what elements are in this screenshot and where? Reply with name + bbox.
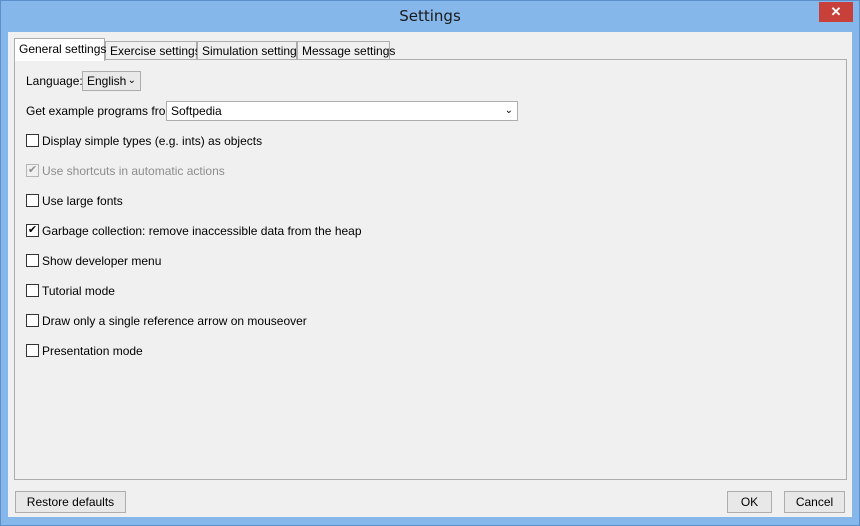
tab-label: General settings <box>19 42 107 56</box>
button-label: Restore defaults <box>26 495 115 509</box>
option-show-developer-menu[interactable]: Show developer menu <box>26 251 726 271</box>
restore-defaults-button[interactable]: Restore defaults <box>15 491 126 513</box>
checkbox[interactable] <box>26 194 39 207</box>
option-label: Use large fonts <box>42 194 123 208</box>
tab-label: Exercise settings <box>110 44 201 58</box>
option-single-reference-arrow[interactable]: Draw only a single reference arrow on mo… <box>26 311 726 331</box>
programs-label: Get example programs from: <box>26 104 179 118</box>
option-tutorial-mode[interactable]: Tutorial mode <box>26 281 726 301</box>
option-presentation-mode[interactable]: Presentation mode <box>26 341 726 361</box>
tab-general-settings[interactable]: General settings <box>14 38 107 61</box>
tab-label: Simulation settings <box>202 44 303 58</box>
language-value: English <box>87 74 127 88</box>
option-label: Presentation mode <box>42 344 143 358</box>
programs-row: Get example programs from: <box>26 101 179 121</box>
checkbox-checked[interactable]: ✔ <box>26 164 39 177</box>
dialog-client: General settings Exercise settings Simul… <box>8 32 852 517</box>
checkbox[interactable] <box>26 284 39 297</box>
window-title: Settings <box>399 7 461 25</box>
tab-simulation-settings[interactable]: Simulation settings <box>197 41 303 60</box>
option-label: Display simple types (e.g. ints) as obje… <box>42 134 263 148</box>
option-label: Use shortcuts in automatic actions <box>42 164 225 178</box>
option-label: Draw only a single reference arrow on mo… <box>42 314 307 328</box>
checkbox[interactable] <box>26 314 39 327</box>
programs-source-value: Softpedia <box>171 104 222 118</box>
check-icon: ✔ <box>27 164 38 176</box>
button-label: Cancel <box>795 495 834 509</box>
tab-message-settings[interactable]: Message settings <box>297 41 395 60</box>
cancel-button[interactable]: Cancel <box>784 491 845 513</box>
tab-label: Message settings <box>302 44 396 58</box>
tab-exercise-settings[interactable]: Exercise settings <box>105 41 201 60</box>
language-label: Language: <box>26 74 83 88</box>
option-use-large-fonts[interactable]: Use large fonts <box>26 191 726 211</box>
checkbox-checked[interactable]: ✔ <box>26 224 39 237</box>
language-select[interactable]: English ⌄ <box>82 71 141 91</box>
option-use-shortcuts[interactable]: ✔ Use shortcuts in automatic actions <box>26 161 726 181</box>
settings-window: Settings ✕ General settings Exercise set… <box>0 0 860 526</box>
checkbox[interactable] <box>26 134 39 147</box>
ok-button[interactable]: OK <box>727 491 772 513</box>
check-icon: ✔ <box>27 224 38 236</box>
option-label: Show developer menu <box>42 254 162 268</box>
general-settings-panel: Language: English ⌄ Get example programs… <box>14 59 847 480</box>
option-display-simple-types[interactable]: Display simple types (e.g. ints) as obje… <box>26 131 726 151</box>
chevron-down-icon: ⌄ <box>504 105 513 116</box>
checkbox[interactable] <box>26 254 39 267</box>
window-titlebar[interactable]: Settings <box>1 1 859 32</box>
option-garbage-collection[interactable]: ✔ Garbage collection: remove inaccessibl… <box>26 221 726 241</box>
chevron-down-icon: ⌄ <box>127 75 136 86</box>
button-label: OK <box>740 495 759 509</box>
option-label: Tutorial mode <box>42 284 115 298</box>
option-label: Garbage collection: remove inaccessible … <box>42 224 362 238</box>
close-button[interactable]: ✕ <box>819 2 853 22</box>
language-row: Language: <box>26 71 83 91</box>
programs-source-select[interactable]: Softpedia ⌄ <box>166 101 518 121</box>
close-icon: ✕ <box>830 4 842 19</box>
checkbox[interactable] <box>26 344 39 357</box>
